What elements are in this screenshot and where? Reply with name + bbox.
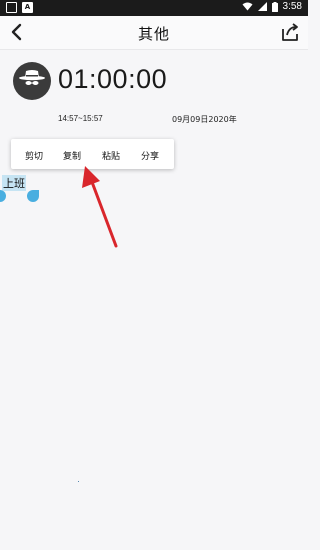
menu-item-cut[interactable]: 剪切 (25, 149, 43, 162)
share-icon[interactable] (280, 22, 300, 42)
menu-item-share[interactable]: 分享 (141, 149, 159, 162)
page-title: 其他 (137, 25, 170, 43)
signal-icon (257, 2, 267, 11)
app-a-icon: A (22, 2, 33, 13)
time-range: 14:57~15:57 (58, 114, 103, 123)
menu-item-paste[interactable]: 粘贴 (102, 149, 120, 162)
duration-display: 01:00:00 (58, 64, 168, 94)
hat-glasses-avatar-icon (19, 70, 45, 85)
status-bar: A 3:58 (0, 0, 308, 16)
app-bar: 其他 (0, 16, 308, 50)
stray-dot (78, 481, 79, 482)
selection-handle-start[interactable] (0, 190, 6, 202)
wifi-icon (242, 2, 253, 11)
selection-handle-end[interactable] (27, 190, 39, 202)
record-date: 09月09日2020年 (172, 115, 237, 124)
status-time: 3:58 (282, 1, 302, 12)
avatar (13, 62, 51, 100)
menu-item-copy[interactable]: 复制 (63, 149, 81, 162)
notification-box-icon (6, 2, 17, 13)
battery-icon (271, 1, 278, 12)
text-context-menu: 剪切 复制 粘贴 分享 (11, 139, 174, 169)
selected-note-text[interactable]: 上班 (2, 175, 26, 191)
